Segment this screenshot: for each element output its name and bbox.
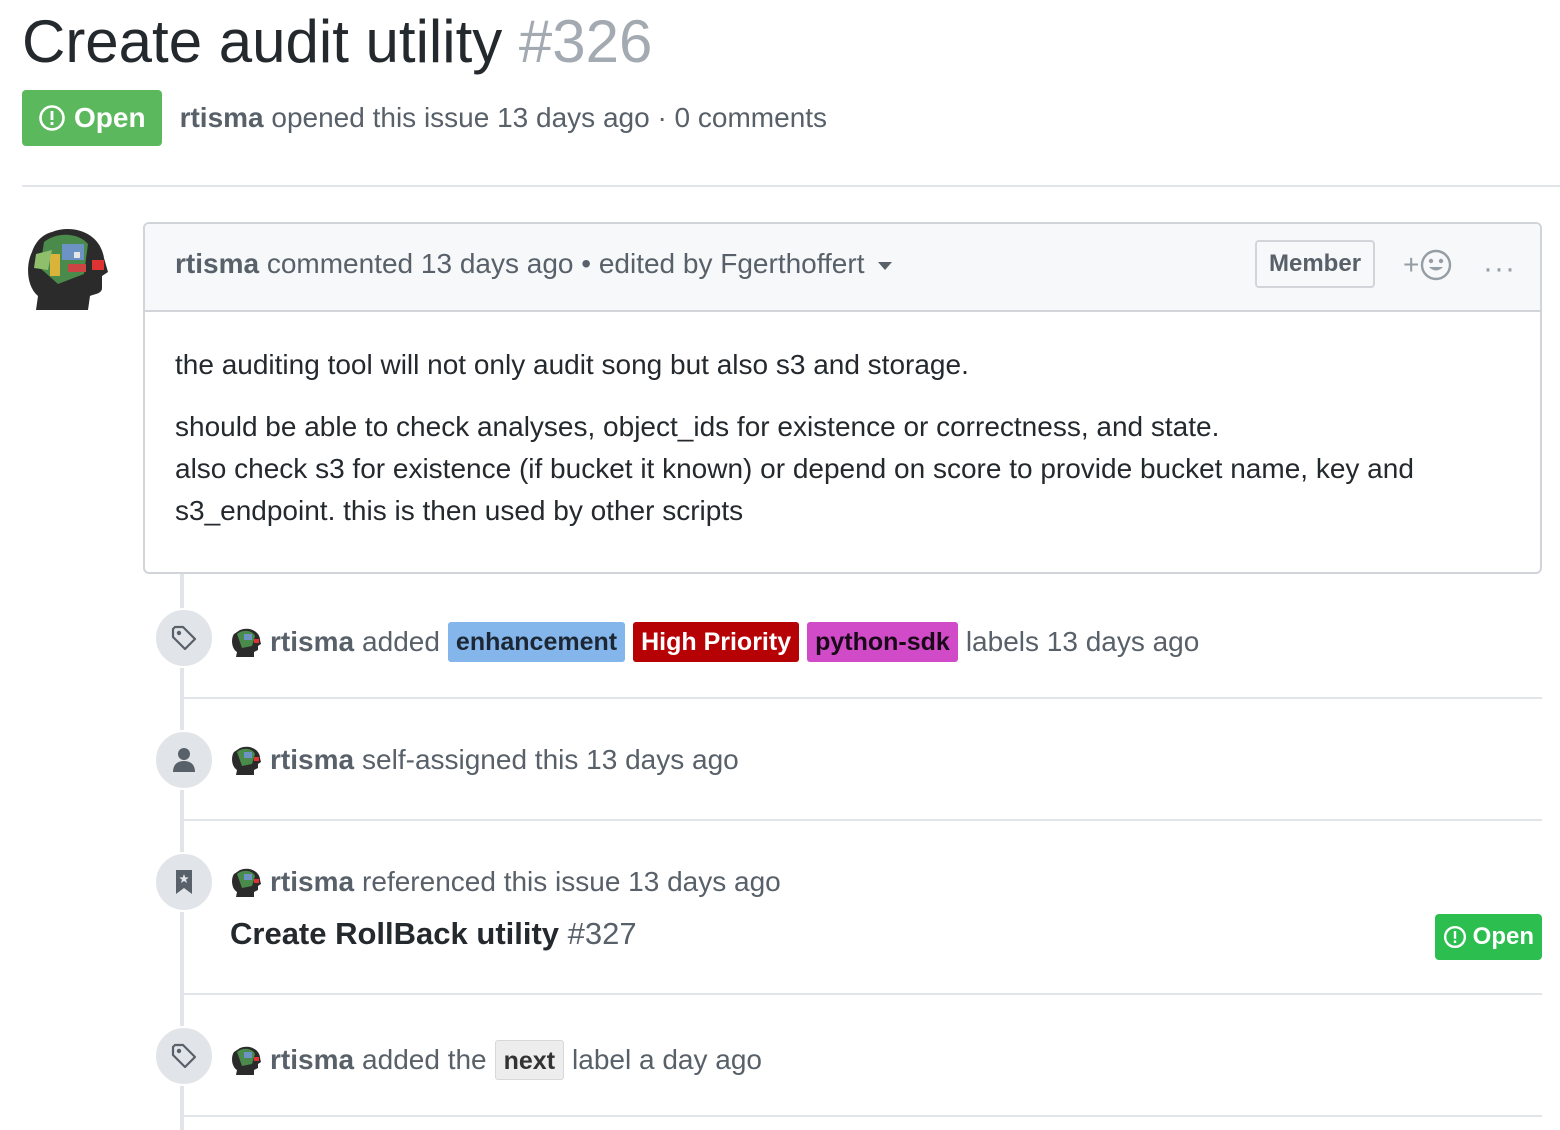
event-author-link[interactable]: rtisma: [270, 866, 354, 898]
avatar[interactable]: [230, 866, 262, 898]
event-action: added: [362, 626, 440, 657]
referenced-issue-number: #327: [567, 916, 637, 951]
edit-history-dropdown-icon[interactable]: [878, 261, 893, 270]
comment-header-text: rtisma commented 13 days ago • edited by…: [175, 248, 893, 280]
event-action: added the: [362, 1044, 487, 1075]
plus-icon: +: [1403, 249, 1420, 280]
label-next[interactable]: next: [494, 1040, 565, 1080]
event-divider: [184, 697, 1542, 699]
person-icon: [173, 748, 195, 772]
label-python-sdk[interactable]: python-sdk: [807, 622, 958, 662]
issue-meta-text: rtisma opened this issue 13 days ago · 0…: [180, 102, 827, 134]
referenced-issue-link[interactable]: Create RollBack utility #327: [230, 916, 637, 952]
event-text: rtisma self-assigned this 13 days ago: [230, 744, 747, 776]
event-action: self-assigned this 13 days ago: [362, 744, 739, 775]
event-author-link[interactable]: rtisma: [270, 744, 354, 776]
event-divider: [184, 993, 1542, 995]
event-icon-container: [154, 852, 214, 912]
issue-author-link[interactable]: rtisma: [180, 102, 264, 133]
referenced-issue-title: Create RollBack utility: [230, 916, 560, 951]
issue-state-label: Open: [74, 102, 146, 133]
issue-open-icon: [1443, 925, 1466, 949]
event-icon-container: [154, 608, 214, 668]
event-divider: [184, 1115, 1542, 1117]
event-action: referenced this issue 13 days ago: [362, 866, 781, 897]
event-author-link[interactable]: rtisma: [270, 1044, 354, 1076]
event-suffix: label a day ago: [572, 1044, 762, 1075]
comment-line: also check s3 for existence (if bucket i…: [175, 453, 1414, 526]
issue-open-icon: [39, 105, 65, 131]
event-divider: [184, 819, 1542, 821]
avatar[interactable]: [230, 744, 262, 776]
event-icon-container: [154, 1026, 214, 1086]
avatar[interactable]: [230, 1044, 262, 1076]
comment-meta[interactable]: commented 13 days ago • edited by Fgerth…: [267, 248, 865, 279]
add-reaction-button[interactable]: +: [1403, 248, 1453, 282]
tag-icon: [171, 625, 197, 651]
label-enhancement[interactable]: enhancement: [447, 622, 626, 662]
comment-line: should be able to check analyses, object…: [175, 411, 1220, 442]
referenced-issue-state-badge: Open: [1434, 914, 1542, 960]
avatar[interactable]: [230, 626, 262, 658]
event-text: rtisma referenced this issue 13 days ago: [230, 866, 789, 898]
bookmark-icon: [176, 870, 192, 894]
smiley-icon: [1421, 249, 1452, 281]
comment-header: rtisma commented 13 days ago • edited by…: [145, 224, 1540, 312]
referenced-issue-state: Open: [1472, 923, 1534, 950]
header-divider: [22, 185, 1560, 187]
issue-title: Create audit utility: [22, 8, 503, 75]
event-text: rtisma added the next label a day ago: [230, 1040, 770, 1080]
member-badge: Member: [1255, 240, 1376, 288]
issue-title-row: Create audit utility #326: [22, 4, 652, 80]
issue-opened-text: opened this issue 13 days ago · 0 commen…: [271, 102, 828, 133]
avatar[interactable]: [22, 224, 110, 312]
comment-body: the auditing tool will not only audit so…: [145, 312, 1540, 552]
label-high-priority[interactable]: High Priority: [633, 622, 800, 662]
issue-number: #326: [518, 8, 653, 75]
event-suffix: labels 13 days ago: [965, 626, 1200, 657]
tag-icon: [171, 1043, 197, 1069]
more-options-button[interactable]: ···: [1483, 252, 1516, 286]
issue-meta: Open rtisma opened this issue 13 days ag…: [22, 90, 827, 146]
event-author-link[interactable]: rtisma: [270, 626, 354, 658]
comment-paragraph: should be able to check analyses, object…: [175, 406, 1510, 532]
comment-author-link[interactable]: rtisma: [175, 248, 259, 279]
event-text: rtisma added enhancement High Priority p…: [230, 622, 1207, 662]
comment-box: rtisma commented 13 days ago • edited by…: [143, 222, 1542, 574]
comment-paragraph: the auditing tool will not only audit so…: [175, 349, 969, 380]
issue-state-badge: Open: [22, 90, 162, 146]
event-icon-container: [154, 730, 214, 790]
